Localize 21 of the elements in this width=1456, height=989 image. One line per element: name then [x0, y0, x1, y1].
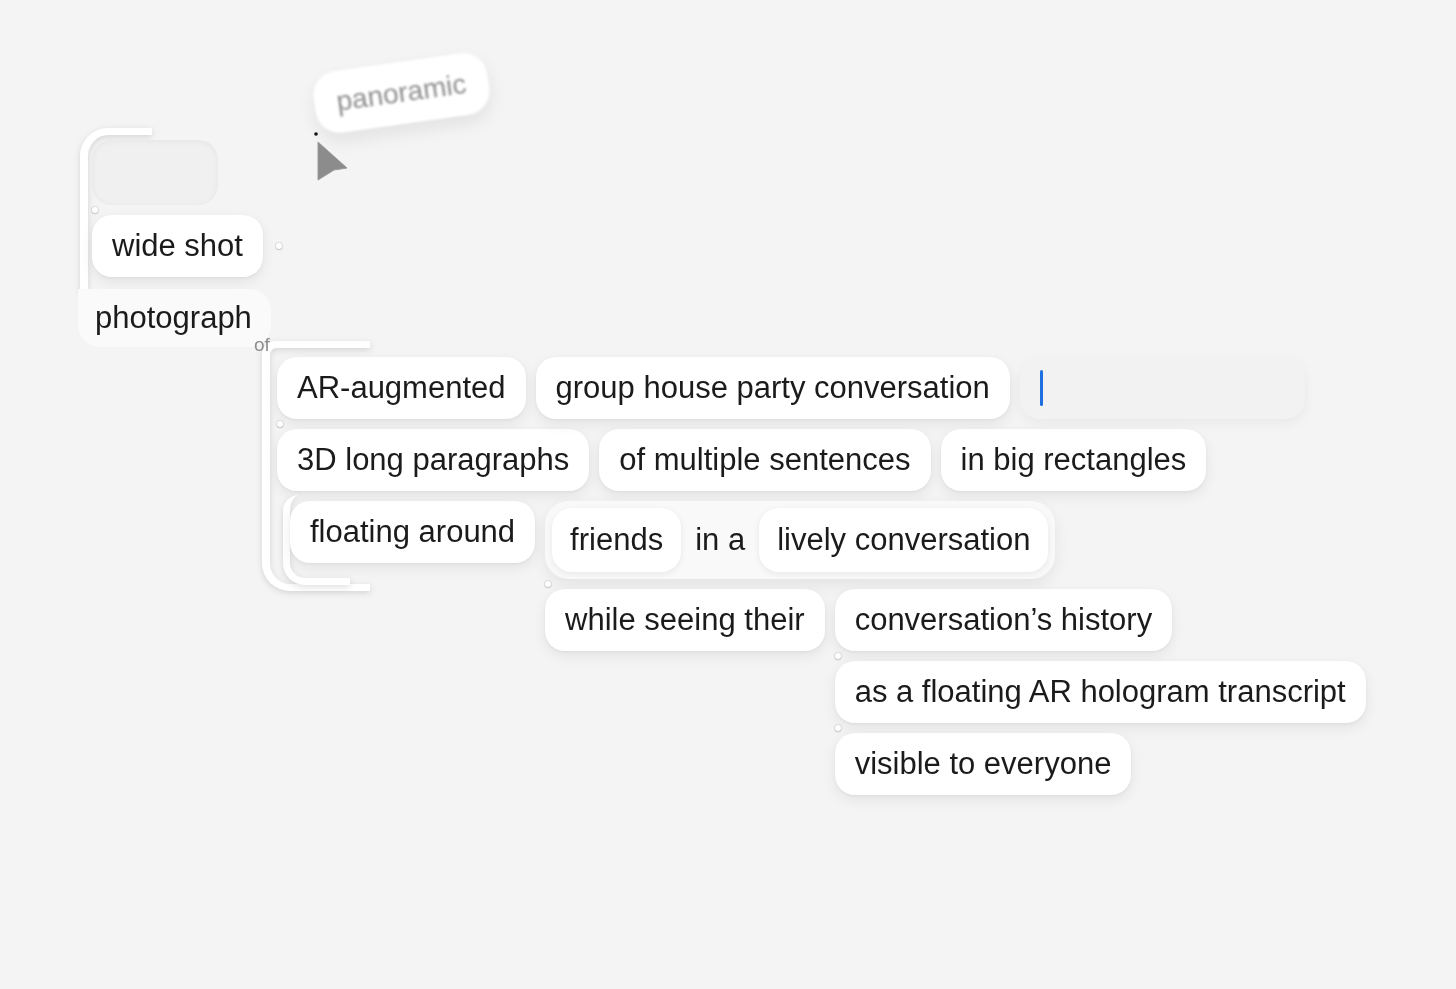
phrase-chip[interactable]: 3D long paragraphs	[277, 429, 590, 491]
phrase-chip[interactable]: in big rectangles	[940, 429, 1207, 491]
phrase-chip[interactable]: group house party conversation	[535, 357, 1010, 419]
phrase-chip[interactable]: of multiple sentences	[599, 429, 931, 491]
dot-icon	[834, 653, 841, 659]
phrase-chip[interactable]: lively conversation	[759, 508, 1049, 572]
phrase-chip[interactable]: as a floating AR hologram transcript	[834, 661, 1366, 723]
dot-icon	[834, 725, 841, 731]
dot-icon	[545, 581, 552, 587]
phrase-chip[interactable]: wide shot	[92, 215, 263, 277]
phrase-text: in a	[695, 523, 746, 557]
dot-icon	[92, 207, 98, 213]
dot-icon	[277, 421, 283, 427]
phrase-chip[interactable]: AR-augmented	[277, 357, 526, 419]
phrase-chip[interactable]: floating around	[290, 501, 536, 563]
dot-icon	[275, 243, 282, 249]
cursor-icon	[313, 131, 349, 181]
phrase-chip[interactable]: visible to everyone	[834, 733, 1132, 795]
phrase-chip[interactable]: friends	[552, 508, 682, 572]
phrase-chip[interactable]: conversation’s history	[834, 589, 1173, 651]
phrase-chip[interactable]: while seeing their	[545, 589, 825, 651]
